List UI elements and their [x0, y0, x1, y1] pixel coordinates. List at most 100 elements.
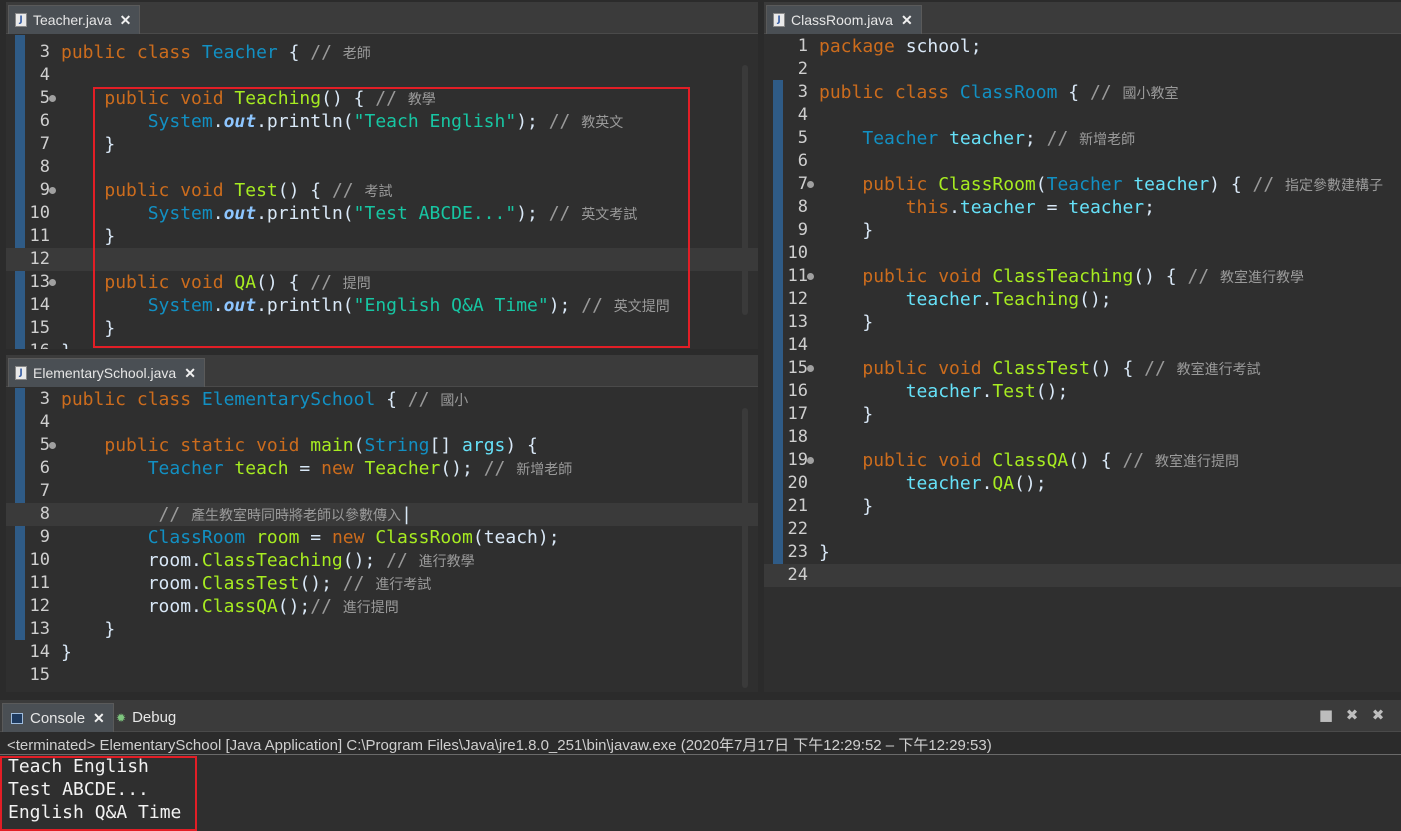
- code-line[interactable]: 5 Teacher teacher; // 新增老師: [764, 127, 1401, 150]
- code-line[interactable]: 24: [764, 564, 1401, 587]
- close-icon[interactable]: ✕: [120, 12, 132, 29]
- code-line[interactable]: 16 teacher.Test();: [764, 380, 1401, 403]
- code-line[interactable]: 19 public void ClassQA() { // 教室進行提問: [764, 449, 1401, 472]
- code-line[interactable]: 21 }: [764, 495, 1401, 518]
- code-line[interactable]: 12 teacher.Teaching();: [764, 288, 1401, 311]
- code-line[interactable]: 14: [764, 334, 1401, 357]
- code-line[interactable]: 15 public void ClassTest() { // 教室進行考試: [764, 357, 1401, 380]
- code-line[interactable]: 22: [764, 518, 1401, 541]
- code-line[interactable]: 11 public void ClassTeaching() { // 教室進行…: [764, 265, 1401, 288]
- code-token: 指定參數建構子: [1285, 178, 1384, 194]
- remove-launch-icon[interactable]: ✖: [1343, 706, 1361, 724]
- code-line[interactable]: 18: [764, 426, 1401, 449]
- code-line[interactable]: 1 package school;: [764, 35, 1401, 58]
- code-text: Teacher teacher; // 新增老師: [819, 127, 1135, 152]
- line-number: 16: [6, 340, 50, 349]
- code-line[interactable]: 13 }: [764, 311, 1401, 334]
- code-line[interactable]: 10 room.ClassTeaching(); // 進行教學: [6, 549, 758, 572]
- fold-toggle-icon[interactable]: [807, 181, 814, 188]
- fold-toggle-icon[interactable]: [807, 365, 814, 372]
- code-line[interactable]: 10: [764, 242, 1401, 265]
- code-line[interactable]: 9 ClassRoom room = new ClassRoom(teach);: [6, 526, 758, 549]
- tab-classroom-java[interactable]: J ClassRoom.java ✕: [766, 5, 922, 34]
- code-text: }: [61, 641, 72, 664]
- console-output-line: Teach English: [8, 756, 149, 777]
- fold-toggle-icon[interactable]: [49, 187, 56, 194]
- elementary-tabbar: J ElementarySchool.java ✕: [6, 355, 758, 387]
- line-number: 11: [29, 226, 50, 246]
- code-line[interactable]: 3 public class Teacher { // 老師: [6, 41, 758, 64]
- code-line[interactable]: 8 this.teacher = teacher;: [764, 196, 1401, 219]
- stop-icon[interactable]: ■: [1317, 706, 1335, 724]
- line-number: 13: [787, 312, 808, 332]
- code-text: Teacher teach = new Teacher(); // 新增老師: [61, 457, 573, 482]
- line-number: 18: [787, 427, 808, 447]
- code-line[interactable]: 4: [764, 104, 1401, 127]
- code-token: teacher: [1068, 197, 1145, 218]
- line-number: 9: [39, 527, 50, 547]
- code-line[interactable]: 4: [6, 64, 758, 87]
- code-token: public void: [862, 450, 993, 471]
- code-line[interactable]: 12 room.ClassQA();// 進行提問: [6, 595, 758, 618]
- tab-debug[interactable]: ✹ Debug: [108, 703, 184, 732]
- code-token: =: [288, 458, 322, 479]
- code-token: 進行教學: [418, 554, 475, 570]
- code-line[interactable]: 11 room.ClassTest(); // 進行考試: [6, 572, 758, 595]
- console-output[interactable]: Teach English Test ABCDE... English Q&A Ti…: [0, 754, 1401, 831]
- remove-all-icon[interactable]: ✖: [1369, 706, 1387, 724]
- code-token: ClassRoom: [938, 174, 1036, 195]
- elementary-code-editor[interactable]: 3 public class ElementarySchool { // 國小 4 5…: [6, 388, 758, 692]
- line-number: 8: [39, 157, 50, 177]
- console-status: <terminated> ElementarySchool [Java Appl…: [7, 737, 992, 754]
- tab-console[interactable]: Console ✕: [2, 703, 114, 732]
- line-number: 12: [29, 249, 50, 269]
- code-line[interactable]: 6 Teacher teach = new Teacher(); // 新增老師: [6, 457, 758, 480]
- code-line[interactable]: 7 public ClassRoom(Teacher teacher) { //…: [764, 173, 1401, 196]
- line-number: 14: [29, 295, 50, 315]
- code-token: .: [949, 197, 960, 218]
- code-line[interactable]: 20 teacher.QA();: [764, 472, 1401, 495]
- code-line[interactable]: 15: [6, 664, 758, 687]
- code-text: public class Teacher { // 老師: [61, 41, 371, 66]
- tab-elementaryschool-java[interactable]: J ElementarySchool.java ✕: [8, 358, 205, 387]
- fold-toggle-icon[interactable]: [49, 442, 56, 449]
- code-line[interactable]: 8 // 產生教室時同時將老師以參數傳入|: [6, 503, 758, 526]
- classroom-code-editor[interactable]: 1 package school; 2 3 public class ClassRoom…: [764, 35, 1401, 692]
- line-number: 7: [797, 174, 808, 194]
- code-line[interactable]: 23}: [764, 541, 1401, 564]
- code-line[interactable]: 17 }: [764, 403, 1401, 426]
- line-number: 3: [797, 82, 808, 102]
- close-icon[interactable]: ✕: [184, 365, 196, 382]
- code-line[interactable]: 14}: [6, 641, 758, 664]
- fold-toggle-icon[interactable]: [49, 95, 56, 102]
- code-line[interactable]: 4: [6, 411, 758, 434]
- close-icon[interactable]: ✕: [93, 710, 105, 727]
- fold-toggle-icon[interactable]: [807, 273, 814, 280]
- fold-toggle-icon[interactable]: [807, 457, 814, 464]
- code-line[interactable]: 6: [764, 150, 1401, 173]
- code-line[interactable]: 5 public static void main(String[] args)…: [6, 434, 758, 457]
- line-number: 23: [787, 542, 808, 562]
- console-view: Console ✕ ✹ Debug ■ ✖ ✖ <terminated> Ele…: [0, 700, 1401, 831]
- code-line[interactable]: 2: [764, 58, 1401, 81]
- code-token: //: [1187, 266, 1220, 287]
- fold-toggle-icon[interactable]: [49, 279, 56, 286]
- line-number: 19: [787, 450, 808, 470]
- code-line[interactable]: 7: [6, 480, 758, 503]
- code-token: this: [905, 197, 950, 218]
- line-number: 13: [29, 272, 50, 292]
- teacher-tabbar: J Teacher.java ✕: [6, 2, 758, 34]
- code-line[interactable]: 3 public class ElementarySchool { // 國小: [6, 388, 758, 411]
- debug-icon: ✹: [116, 710, 127, 725]
- code-token: ) {: [505, 435, 538, 456]
- code-line[interactable]: 9 }: [764, 219, 1401, 242]
- code-line[interactable]: 13 }: [6, 618, 758, 641]
- code-line[interactable]: 3 public class ClassRoom { // 國小教室: [764, 81, 1401, 104]
- code-token: new: [321, 458, 365, 479]
- code-token: () {: [1133, 266, 1188, 287]
- tab-teacher-java[interactable]: J Teacher.java ✕: [8, 5, 141, 34]
- close-icon[interactable]: ✕: [901, 12, 913, 29]
- code-text: package school;: [819, 35, 982, 58]
- code-token: ClassTest: [201, 573, 300, 594]
- code-text: public static void main(String[] args) {: [61, 434, 538, 457]
